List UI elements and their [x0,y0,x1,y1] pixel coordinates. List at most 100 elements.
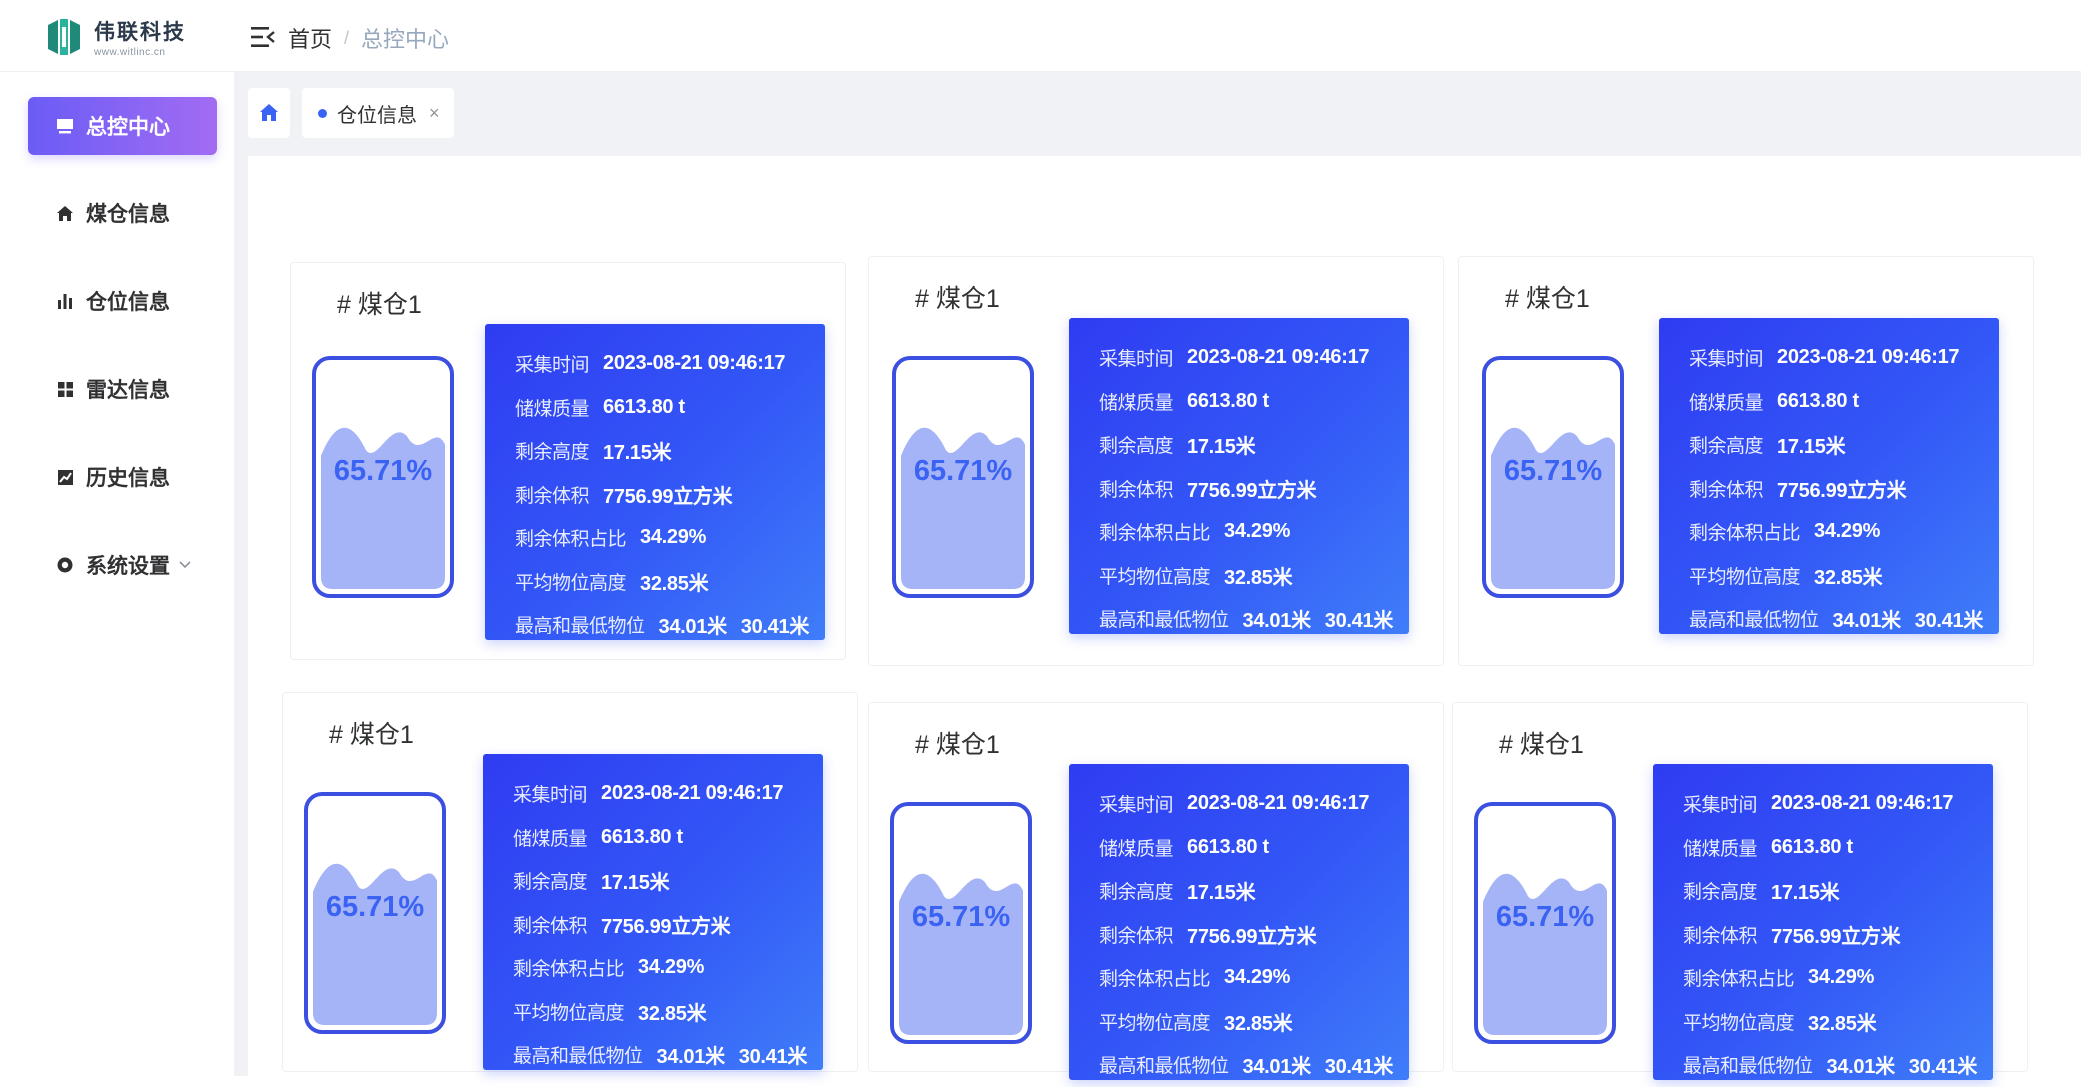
info-value: 2023-08-21 09:46:17 [1771,792,1954,815]
line-chart-icon [54,467,76,487]
info-row-remain-ratio: 剩余体积占比 34.29% [1099,956,1409,1000]
info-row-avg-height: 平均物位高度 32.85米 [513,990,823,1034]
info-label: 储煤质量 [1099,392,1174,414]
card-title: # 煤仓1 [1505,285,1590,313]
info-label: 平均物位高度 [1099,1012,1211,1034]
tab-bin-level[interactable]: 仓位信息 × [302,88,454,138]
grid-icon [54,379,76,399]
breadcrumb-separator: / [344,27,350,48]
info-value: 17.15米 [603,442,672,465]
info-label: 剩余体积 [513,915,588,937]
breadcrumb-home[interactable]: 首页 [288,22,332,54]
info-row-time: 采集时间 2023-08-21 09:46:17 [1689,336,1999,380]
level-percent: 65.71% [325,891,425,923]
info-value: 2023-08-21 09:46:17 [1777,346,1960,369]
info-value: 34.29% [1224,520,1291,543]
info-value: 32.85米 [638,1002,707,1025]
info-label: 剩余高度 [515,442,590,464]
info-panel: 采集时间 2023-08-21 09:46:17 储煤质量 6613.80 t 剩余高度… [1069,318,1409,634]
chevron-down-icon [179,561,191,569]
card-title: # 煤仓1 [329,721,414,749]
bunker-card: # 煤仓1 65.71% 采集时间 2023-08-21 09:46:17 储煤质量 66… [290,262,846,660]
info-row-avg-height: 平均物位高度 32.85米 [515,560,825,604]
info-row-remain-ratio: 剩余体积占比 34.29% [1683,956,1993,1000]
logo-name: 伟联科技 [94,21,186,44]
logo[interactable]: 伟联科技 www.witlinc.cn [44,16,186,58]
info-row-time: 采集时间 2023-08-21 09:46:17 [515,342,825,386]
info-value: 32.85米 [1814,566,1883,589]
monitor-icon [54,116,76,136]
info-label: 采集时间 [1683,795,1758,817]
info-label: 平均物位高度 [1689,566,1801,588]
info-panel: 采集时间 2023-08-21 09:46:17 储煤质量 6613.80 t 剩余高度… [1653,764,1993,1080]
info-value-min: 30.41米 [1324,610,1394,633]
info-value: 2023-08-21 09:46:17 [1187,346,1370,369]
info-row-mass: 储煤质量 6613.80 t [1683,826,1993,870]
info-label: 平均物位高度 [1683,1012,1795,1034]
breadcrumb-current: 总控中心 [361,27,450,52]
info-value: 32.85米 [640,572,709,595]
info-row-remain-height: 剩余高度 17.15米 [1099,869,1409,913]
info-value-max: 34.01米 [1242,610,1312,633]
info-label: 剩余体积 [515,485,590,507]
info-value: 32.85米 [1808,1012,1877,1035]
info-label: 最高和最低物位 [513,1046,643,1068]
tab-bar: 仓位信息 × [234,72,2081,156]
info-value-min: 30.41米 [738,1046,808,1069]
info-value-min: 30.41米 [740,616,810,639]
info-row-avg-height: 平均物位高度 32.85米 [1689,554,1999,598]
info-panel: 采集时间 2023-08-21 09:46:17 储煤质量 6613.80 t 剩余高度… [1069,764,1409,1080]
info-row-remain-height: 剩余高度 17.15米 [1683,869,1993,913]
info-value: 2023-08-21 09:46:17 [1187,792,1370,815]
sidebar-item-coal-bunker[interactable]: 煤仓信息 [28,184,217,242]
info-label: 剩余高度 [1099,436,1174,458]
info-label: 最高和最低物位 [1099,1056,1229,1078]
info-label: 剩余体积占比 [1683,969,1795,991]
info-label: 采集时间 [513,785,588,807]
sidebar-item-bin-level[interactable]: 仓位信息 [28,272,217,330]
info-value-max: 34.01米 [1832,610,1902,633]
info-value: 17.15米 [1777,436,1846,459]
info-row-remain-volume: 剩余体积 7756.99立方米 [513,903,823,947]
info-row-mass: 储煤质量 6613.80 t [513,816,823,860]
info-label: 剩余体积 [1689,479,1764,501]
sidebar-item-control-center[interactable]: 总控中心 [28,97,217,155]
tab-label: 仓位信息 [337,104,417,127]
info-row-remain-volume: 剩余体积 7756.99立方米 [1099,467,1409,511]
active-dot [318,108,327,118]
info-label: 剩余体积 [1683,925,1758,947]
info-label: 剩余高度 [1683,882,1758,904]
info-value: 2023-08-21 09:46:17 [601,782,784,805]
level-percent: 65.71% [333,455,433,487]
info-value-max: 34.01米 [658,616,728,639]
info-value: 7756.99立方米 [1187,925,1317,948]
sidebar-item-radar[interactable]: 雷达信息 [28,360,217,418]
menu-toggle-icon[interactable] [250,25,276,49]
info-value: 6613.80 t [601,825,683,848]
info-label: 剩余高度 [1099,882,1174,904]
info-row-remain-height: 剩余高度 17.15米 [1099,423,1409,467]
close-icon[interactable]: × [429,103,440,124]
bunker-card: # 煤仓1 65.71% 采集时间 2023-08-21 09:46:17 储煤质量 66… [868,256,1444,666]
info-label: 采集时间 [1099,795,1174,817]
sidebar-item-history[interactable]: 历史信息 [28,448,217,506]
info-value: 6613.80 t [1187,835,1269,858]
info-value: 6613.80 t [1187,389,1269,412]
info-row-mass: 储煤质量 6613.80 t [1099,826,1409,870]
sidebar-item-settings[interactable]: 系统设置 [28,536,217,594]
content-panel: # 煤仓1 65.71% 采集时间 2023-08-21 09:46:17 储煤质量 66… [248,156,2081,1080]
info-value: 6613.80 t [603,395,685,418]
info-row-mass: 储煤质量 6613.80 t [515,386,825,430]
info-row-remain-volume: 剩余体积 7756.99立方米 [1099,913,1409,957]
info-label: 剩余体积占比 [513,959,625,981]
info-row-remain-height: 剩余高度 17.15米 [515,429,825,473]
info-row-remain-volume: 剩余体积 7756.99立方米 [515,473,825,517]
info-value-max: 34.01米 [1242,1056,1312,1079]
info-label: 剩余体积占比 [1689,523,1801,545]
tab-home[interactable] [248,88,290,138]
info-label: 剩余体积占比 [1099,523,1211,545]
info-row-remain-height: 剩余高度 17.15米 [1689,423,1999,467]
logo-icon [48,19,80,55]
info-label: 剩余体积 [1099,479,1174,501]
info-label: 平均物位高度 [513,1002,625,1024]
